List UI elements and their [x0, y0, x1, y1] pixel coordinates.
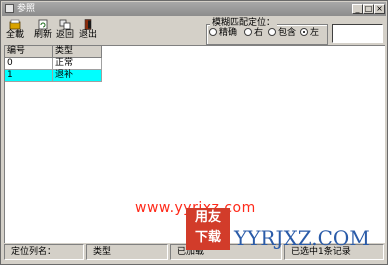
row-type[interactable]: 退补 [52, 69, 102, 82]
row-type[interactable]: 正常 [52, 57, 102, 70]
radio-exact-label: 精确 [219, 28, 238, 38]
load-all-button[interactable]: 全載 [3, 19, 27, 43]
exit-label: 退出 [78, 30, 97, 40]
radio-exact-dot[interactable] [209, 28, 217, 36]
radio-right[interactable]: 右 [244, 28, 263, 39]
results-table: 编号 类型 0 正常 1 退补 [5, 46, 102, 82]
minimize-button[interactable]: _ [352, 4, 363, 14]
window-icon [5, 4, 14, 13]
load-all-icon [9, 19, 21, 30]
status-locate-column: 定位列名： [4, 244, 84, 260]
exit-button[interactable]: 退出 [76, 19, 100, 43]
radio-contains-label: 包含 [278, 28, 297, 38]
radio-exact[interactable]: 精确 [209, 28, 237, 39]
watermark-logo-line1: 用友 [194, 210, 221, 225]
radio-left-dot[interactable] [300, 28, 308, 36]
column-header-code[interactable]: 编号 [5, 46, 53, 58]
maximize-button[interactable]: □ [363, 4, 374, 14]
watermark-logo: 用友 下载 [186, 208, 230, 250]
refresh-button[interactable]: 刷新 [31, 19, 55, 43]
radio-left[interactable]: 左 [300, 28, 319, 39]
radio-contains-dot[interactable] [268, 28, 276, 36]
watermark-brand: YYRJXZ.COM [234, 226, 370, 250]
toolbar: 全載 刷新 返回 退出 [2, 17, 386, 44]
column-header-type[interactable]: 类型 [52, 46, 102, 58]
row-code[interactable]: 0 [5, 57, 53, 70]
radio-left-label: 左 [310, 28, 320, 38]
status-column-value: 类型 [86, 244, 168, 260]
window-title: 参照 [17, 4, 36, 14]
table-row[interactable]: 0 正常 [5, 57, 102, 70]
refresh-label: 刷新 [33, 30, 52, 40]
return-label: 返回 [55, 30, 74, 40]
title-bar: 参照 _ □ × [2, 2, 386, 16]
load-all-label: 全載 [5, 30, 24, 40]
radio-contains[interactable]: 包含 [268, 28, 296, 39]
refresh-icon [38, 19, 48, 30]
return-button[interactable]: 返回 [53, 19, 77, 43]
search-input[interactable] [332, 24, 383, 43]
table-row-selected[interactable]: 1 退补 [5, 69, 102, 82]
close-button[interactable]: × [374, 4, 385, 14]
row-code[interactable]: 1 [5, 69, 53, 82]
exit-icon [84, 19, 92, 30]
radio-right-dot[interactable] [244, 28, 252, 36]
watermark-logo-line2: 下载 [194, 230, 221, 245]
return-icon [59, 19, 71, 30]
radio-right-label: 右 [254, 28, 264, 38]
table-header: 编号 类型 [5, 46, 102, 58]
